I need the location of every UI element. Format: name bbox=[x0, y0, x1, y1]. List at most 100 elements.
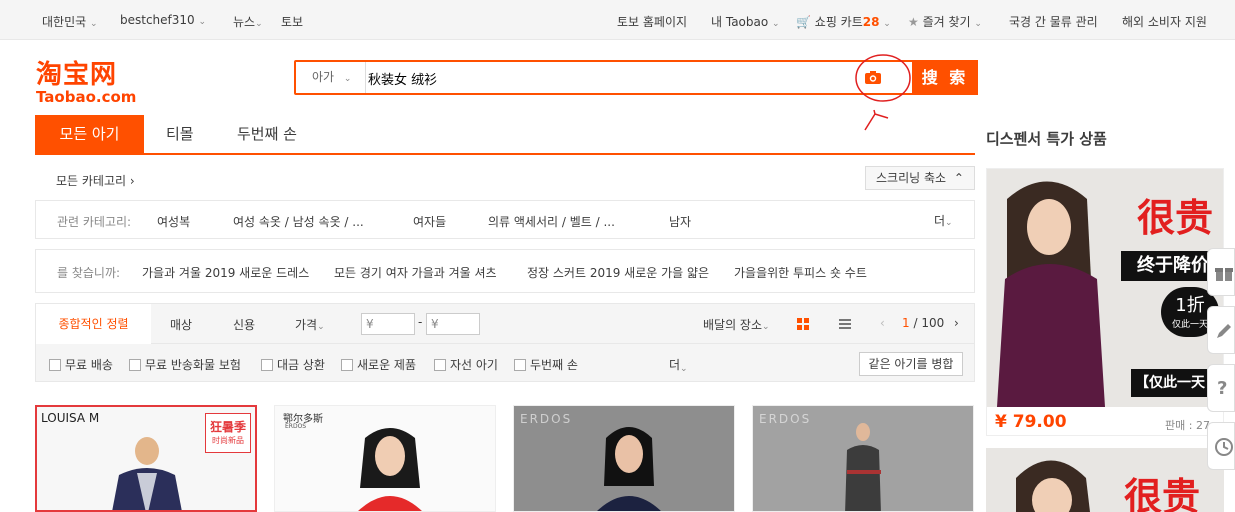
tab-all[interactable]: 모든 아기 bbox=[35, 115, 144, 153]
filter-new-product[interactable]: 새로운 제품 bbox=[341, 356, 416, 373]
chevron-down-icon: ⌄ bbox=[255, 19, 263, 29]
chevron-right-icon: › bbox=[129, 174, 135, 188]
filter-bar: 무료 배송 무료 반송화물 보험 대금 상환 새로운 제품 자선 아기 두번째 … bbox=[35, 344, 975, 382]
suggest-label: 를 찾습니까: bbox=[57, 266, 121, 280]
chevron-down-icon: ⌄ bbox=[883, 19, 891, 29]
gift-button[interactable] bbox=[1207, 248, 1235, 296]
gift-icon bbox=[1215, 268, 1233, 281]
checkbox[interactable] bbox=[49, 359, 61, 371]
sort-price[interactable]: 가격⌄ bbox=[295, 316, 325, 333]
sort-bar: 종합적인 정렬 매상 신용 가격⌄ ¥ - ¥ 배달의 장소⌄ ‹ 1 / 10… bbox=[35, 303, 975, 344]
tab-tmall[interactable]: 티몰 bbox=[144, 115, 216, 153]
site-nav-bar: 대한민국 ⌄ bestchef310 ⌄ 뉴스⌄ 토보 토보 홈페이지 내 Ta… bbox=[0, 0, 1235, 40]
product-brand: ERDOS bbox=[520, 412, 573, 426]
grid-view-icon[interactable] bbox=[796, 317, 810, 331]
search-scope-select[interactable]: 아가 ⌄ bbox=[296, 62, 366, 93]
chevron-down-icon: ⌄ bbox=[198, 17, 207, 27]
next-page-icon[interactable]: › bbox=[954, 316, 959, 330]
question-icon: ? bbox=[1217, 378, 1228, 399]
checkbox[interactable] bbox=[261, 359, 273, 371]
product-card[interactable]: ERDOS bbox=[752, 405, 974, 512]
prev-page-icon[interactable]: ‹ bbox=[880, 316, 885, 330]
pagination: 1 / 100 bbox=[902, 316, 945, 330]
my-taobao-menu[interactable]: 내 Taobao ⌄ bbox=[711, 13, 780, 30]
help-button[interactable]: ? bbox=[1207, 364, 1235, 412]
product-card[interactable]: LOUISA M 狂暑季 时尚新品 bbox=[35, 405, 257, 512]
chevron-down-icon: ⌄ bbox=[317, 322, 325, 332]
chevron-down-icon: ⌄ bbox=[762, 322, 770, 332]
related-label: 관련 카테고리: bbox=[57, 215, 132, 229]
edit-button[interactable] bbox=[1207, 306, 1235, 354]
search-tabs: 모든 아기 티몰 두번째 손 bbox=[35, 115, 975, 155]
product-card[interactable]: 鄂尔多斯 ERDOS bbox=[274, 405, 496, 512]
related-item[interactable]: 남자 bbox=[669, 213, 691, 230]
logo-chinese: 淘宝网 bbox=[36, 60, 118, 90]
logo-english: Taobao.com bbox=[36, 88, 137, 106]
chevron-down-icon: ⌄ bbox=[90, 19, 98, 29]
region-selector[interactable]: 대한민국 ⌄ bbox=[42, 13, 98, 30]
chevron-down-icon: ⌄ bbox=[343, 74, 352, 84]
search-input[interactable] bbox=[368, 66, 848, 90]
filter-return-insurance[interactable]: 무료 반송화물 보험 bbox=[129, 356, 241, 373]
home-link[interactable]: 토보 홈페이지 bbox=[617, 13, 687, 30]
merge-same-button[interactable]: 같은 아기를 병합 bbox=[859, 352, 963, 376]
logistics-link[interactable]: 국경 간 물류 관리 bbox=[1009, 13, 1098, 30]
shrink-filter-button[interactable]: 스크리닝 축소 ⌃ bbox=[865, 166, 975, 190]
chevron-up-icon: ⌃ bbox=[953, 171, 964, 185]
suggestion-link[interactable]: 가을과 겨울 2019 새로운 드레스 bbox=[142, 264, 309, 281]
product-image bbox=[845, 423, 881, 511]
tab-second-hand[interactable]: 두번째 손 bbox=[215, 115, 319, 153]
product-brand: ERDOS bbox=[759, 412, 812, 426]
suggestion-link[interactable]: 가을을위한 투피스 숏 수트 bbox=[734, 264, 867, 281]
search-suggestions: 를 찾습니까: 가을과 겨울 2019 새로운 드레스 모든 경기 여자 가을과… bbox=[35, 249, 975, 293]
ad-title: 很贵 bbox=[1137, 196, 1214, 240]
shipping-place-select[interactable]: 배달의 장소⌄ bbox=[703, 316, 770, 333]
chevron-down-icon: ⌄ bbox=[772, 19, 780, 29]
more-categories-button[interactable]: 더⌄ bbox=[934, 212, 953, 229]
ad-sales: 판매 : 27 bbox=[1165, 419, 1210, 432]
checkbox[interactable] bbox=[341, 359, 353, 371]
taobao-logo[interactable]: 淘宝网 Taobao.com bbox=[36, 54, 146, 106]
cart-icon: 🛒 bbox=[796, 15, 811, 29]
related-item[interactable]: 여성 속옷 / 남성 속옷 / ... bbox=[233, 213, 364, 230]
related-item[interactable]: 여성복 bbox=[157, 213, 190, 230]
price-min-input[interactable]: ¥ bbox=[361, 313, 415, 335]
more-filters-button[interactable]: 더⌄ bbox=[669, 356, 692, 374]
chevron-down-icon: ⌄ bbox=[974, 19, 982, 29]
price-max-input[interactable]: ¥ bbox=[426, 313, 480, 335]
search-button[interactable]: 搜 索 bbox=[912, 60, 978, 95]
filter-charity[interactable]: 자선 아기 bbox=[434, 356, 498, 373]
suggestion-link[interactable]: 정장 스커트 2019 새로운 가을 얇은 bbox=[527, 264, 709, 281]
pencil-icon bbox=[1217, 324, 1231, 338]
news-menu[interactable]: 뉴스⌄ bbox=[233, 13, 263, 30]
product-image bbox=[358, 428, 422, 511]
checkbox[interactable] bbox=[434, 359, 446, 371]
sort-credit[interactable]: 신용 bbox=[233, 316, 255, 333]
sort-comprehensive[interactable]: 종합적인 정렬 bbox=[36, 303, 151, 344]
user-menu[interactable]: bestchef310 ⌄ bbox=[120, 13, 206, 27]
suggestion-link[interactable]: 모든 경기 여자 가을과 겨울 셔츠 bbox=[334, 264, 497, 281]
related-item[interactable]: 여자들 bbox=[413, 213, 446, 230]
overseas-support-link[interactable]: 해외 소비자 지원 bbox=[1122, 13, 1207, 30]
checkbox[interactable] bbox=[129, 359, 141, 371]
ad-card[interactable]: 很贵 bbox=[986, 448, 1224, 512]
ad-title: 很贵 bbox=[1124, 475, 1201, 512]
product-card[interactable]: ERDOS bbox=[513, 405, 735, 512]
related-item[interactable]: 의류 액세서리 / 벨트 / ... bbox=[488, 213, 615, 230]
sort-sales[interactable]: 매상 bbox=[170, 316, 192, 333]
chevron-down-icon: ⌄ bbox=[945, 218, 953, 228]
product-brand: LOUISA M bbox=[41, 411, 100, 425]
cart-link[interactable]: 🛒 쇼핑 카트28 ⌄ bbox=[796, 13, 891, 30]
promo-badge: 狂暑季 时尚新品 bbox=[205, 413, 251, 453]
favorites-menu[interactable]: ★ 즐겨 찾기 ⌄ bbox=[908, 13, 982, 30]
filter-cod[interactable]: 대금 상환 bbox=[261, 356, 325, 373]
checkbox[interactable] bbox=[514, 359, 526, 371]
filter-second-hand[interactable]: 두번째 손 bbox=[514, 356, 578, 373]
all-categories-link[interactable]: 모든 카테고리 › bbox=[56, 172, 135, 189]
chevron-down-icon: ⌄ bbox=[680, 364, 688, 374]
history-button[interactable] bbox=[1207, 422, 1235, 470]
filter-free-shipping[interactable]: 무료 배송 bbox=[49, 356, 113, 373]
list-view-icon[interactable] bbox=[838, 317, 852, 331]
tobo-link[interactable]: 토보 bbox=[281, 13, 303, 30]
ad-card[interactable]: 很贵 终于降价 1折 仅此一天 【仅此一天 ¥ 79.00 판매 : 27 bbox=[986, 168, 1224, 436]
